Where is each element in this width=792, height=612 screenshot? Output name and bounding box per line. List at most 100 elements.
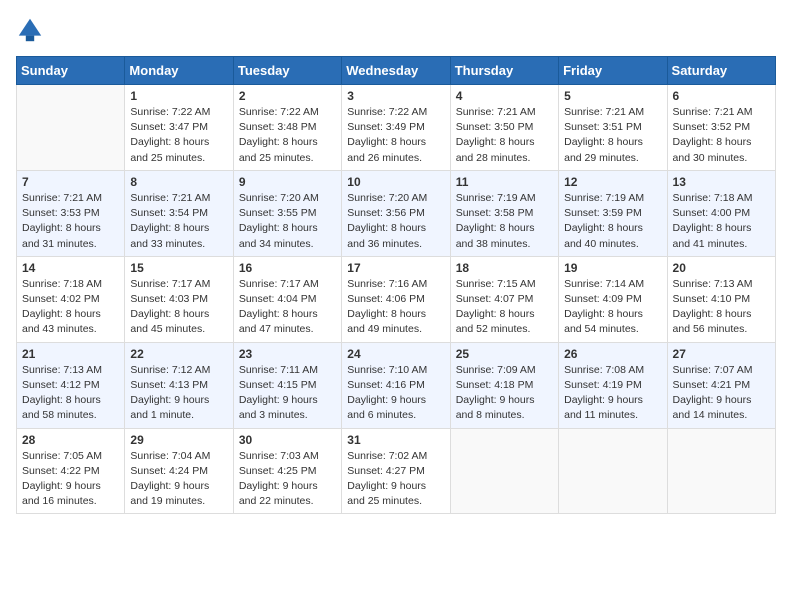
calendar-cell: 5Sunrise: 7:21 AMSunset: 3:51 PMDaylight… bbox=[559, 85, 667, 171]
day-number: 15 bbox=[130, 261, 227, 275]
day-number: 28 bbox=[22, 433, 119, 447]
logo bbox=[16, 16, 48, 44]
calendar-header-row: SundayMondayTuesdayWednesdayThursdayFrid… bbox=[17, 57, 776, 85]
day-header-saturday: Saturday bbox=[667, 57, 775, 85]
day-info: Sunrise: 7:07 AMSunset: 4:21 PMDaylight:… bbox=[673, 363, 770, 424]
calendar-cell: 1 Sunrise: 7:22 AMSunset: 3:47 PMDaylight… bbox=[125, 85, 233, 171]
day-info: Sunrise: 7:05 AMSunset: 4:22 PMDaylight:… bbox=[22, 449, 119, 510]
day-info: Sunrise: 7:02 AMSunset: 4:27 PMDaylight:… bbox=[347, 449, 444, 510]
day-info: Sunrise: 7:20 AMSunset: 3:55 PMDaylight:… bbox=[239, 191, 336, 252]
calendar-cell bbox=[559, 428, 667, 514]
day-info: Sunrise: 7:16 AMSunset: 4:06 PMDaylight:… bbox=[347, 277, 444, 338]
day-number: 18 bbox=[456, 261, 553, 275]
day-info: Sunrise: 7:18 AMSunset: 4:02 PMDaylight:… bbox=[22, 277, 119, 338]
day-info: Sunrise: 7:08 AMSunset: 4:19 PMDaylight:… bbox=[564, 363, 661, 424]
day-number: 7 bbox=[22, 175, 119, 189]
day-number: 22 bbox=[130, 347, 227, 361]
calendar-cell: 2 Sunrise: 7:22 AMSunset: 3:48 PMDaylight… bbox=[233, 85, 341, 171]
day-info: Sunrise: 7:22 AMSunset: 3:48 PMDaylight:… bbox=[239, 105, 336, 166]
day-number: 23 bbox=[239, 347, 336, 361]
day-info: Sunrise: 7:15 AMSunset: 4:07 PMDaylight:… bbox=[456, 277, 553, 338]
day-header-wednesday: Wednesday bbox=[342, 57, 450, 85]
calendar-cell: 6Sunrise: 7:21 AMSunset: 3:52 PMDaylight… bbox=[667, 85, 775, 171]
day-number: 1 bbox=[130, 89, 227, 103]
day-number: 5 bbox=[564, 89, 661, 103]
day-number: 9 bbox=[239, 175, 336, 189]
calendar-cell: 17Sunrise: 7:16 AMSunset: 4:06 PMDayligh… bbox=[342, 256, 450, 342]
header bbox=[16, 16, 776, 44]
day-info: Sunrise: 7:04 AMSunset: 4:24 PMDaylight:… bbox=[130, 449, 227, 510]
calendar-cell: 18 Sunrise: 7:15 AMSunset: 4:07 PMDayligh… bbox=[450, 256, 558, 342]
day-number: 27 bbox=[673, 347, 770, 361]
day-number: 25 bbox=[456, 347, 553, 361]
calendar-cell: 30Sunrise: 7:03 AMSunset: 4:25 PMDayligh… bbox=[233, 428, 341, 514]
day-info: Sunrise: 7:22 AMSunset: 3:47 PMDaylight:… bbox=[130, 105, 227, 166]
day-info: Sunrise: 7:13 AMSunset: 4:10 PMDaylight:… bbox=[673, 277, 770, 338]
calendar-cell: 9 Sunrise: 7:20 AMSunset: 3:55 PMDaylight… bbox=[233, 170, 341, 256]
day-number: 11 bbox=[456, 175, 553, 189]
calendar-week-1: 1 Sunrise: 7:22 AMSunset: 3:47 PMDaylight… bbox=[17, 85, 776, 171]
calendar-cell: 31 Sunrise: 7:02 AMSunset: 4:27 PMDayligh… bbox=[342, 428, 450, 514]
day-number: 29 bbox=[130, 433, 227, 447]
day-info: Sunrise: 7:21 AMSunset: 3:52 PMDaylight:… bbox=[673, 105, 770, 166]
day-header-thursday: Thursday bbox=[450, 57, 558, 85]
calendar-cell: 28 Sunrise: 7:05 AMSunset: 4:22 PMDayligh… bbox=[17, 428, 125, 514]
day-number: 21 bbox=[22, 347, 119, 361]
day-info: Sunrise: 7:13 AMSunset: 4:12 PMDaylight:… bbox=[22, 363, 119, 424]
day-header-tuesday: Tuesday bbox=[233, 57, 341, 85]
calendar-cell: 16 Sunrise: 7:17 AMSunset: 4:04 PMDayligh… bbox=[233, 256, 341, 342]
calendar-week-4: 21 Sunrise: 7:13 AMSunset: 4:12 PMDayligh… bbox=[17, 342, 776, 428]
calendar-cell: 19 Sunrise: 7:14 AMSunset: 4:09 PMDayligh… bbox=[559, 256, 667, 342]
day-number: 8 bbox=[130, 175, 227, 189]
day-number: 4 bbox=[456, 89, 553, 103]
calendar-cell: 20 Sunrise: 7:13 AMSunset: 4:10 PMDayligh… bbox=[667, 256, 775, 342]
calendar-cell: 13 Sunrise: 7:18 AMSunset: 4:00 PMDayligh… bbox=[667, 170, 775, 256]
day-info: Sunrise: 7:10 AMSunset: 4:16 PMDaylight:… bbox=[347, 363, 444, 424]
day-info: Sunrise: 7:19 AMSunset: 3:58 PMDaylight:… bbox=[456, 191, 553, 252]
calendar-cell: 10Sunrise: 7:20 AMSunset: 3:56 PMDayligh… bbox=[342, 170, 450, 256]
day-info: Sunrise: 7:09 AMSunset: 4:18 PMDaylight:… bbox=[456, 363, 553, 424]
day-number: 2 bbox=[239, 89, 336, 103]
calendar-cell: 25 Sunrise: 7:09 AMSunset: 4:18 PMDayligh… bbox=[450, 342, 558, 428]
day-number: 3 bbox=[347, 89, 444, 103]
calendar-cell: 3 Sunrise: 7:22 AMSunset: 3:49 PMDaylight… bbox=[342, 85, 450, 171]
day-info: Sunrise: 7:14 AMSunset: 4:09 PMDaylight:… bbox=[564, 277, 661, 338]
calendar-cell bbox=[17, 85, 125, 171]
calendar-cell: 4 Sunrise: 7:21 AMSunset: 3:50 PMDaylight… bbox=[450, 85, 558, 171]
day-info: Sunrise: 7:21 AMSunset: 3:50 PMDaylight:… bbox=[456, 105, 553, 166]
day-info: Sunrise: 7:17 AMSunset: 4:04 PMDaylight:… bbox=[239, 277, 336, 338]
day-info: Sunrise: 7:21 AMSunset: 3:54 PMDaylight:… bbox=[130, 191, 227, 252]
day-number: 20 bbox=[673, 261, 770, 275]
calendar-cell: 23Sunrise: 7:11 AMSunset: 4:15 PMDayligh… bbox=[233, 342, 341, 428]
calendar-week-5: 28 Sunrise: 7:05 AMSunset: 4:22 PMDayligh… bbox=[17, 428, 776, 514]
day-number: 12 bbox=[564, 175, 661, 189]
day-number: 19 bbox=[564, 261, 661, 275]
calendar-cell: 26 Sunrise: 7:08 AMSunset: 4:19 PMDayligh… bbox=[559, 342, 667, 428]
calendar-cell: 21 Sunrise: 7:13 AMSunset: 4:12 PMDayligh… bbox=[17, 342, 125, 428]
calendar-cell: 11 Sunrise: 7:19 AMSunset: 3:58 PMDayligh… bbox=[450, 170, 558, 256]
calendar-cell: 8 Sunrise: 7:21 AMSunset: 3:54 PMDaylight… bbox=[125, 170, 233, 256]
day-number: 16 bbox=[239, 261, 336, 275]
logo-icon bbox=[16, 16, 44, 44]
day-number: 31 bbox=[347, 433, 444, 447]
calendar-cell bbox=[667, 428, 775, 514]
day-number: 13 bbox=[673, 175, 770, 189]
day-number: 14 bbox=[22, 261, 119, 275]
day-info: Sunrise: 7:22 AMSunset: 3:49 PMDaylight:… bbox=[347, 105, 444, 166]
calendar-cell: 29 Sunrise: 7:04 AMSunset: 4:24 PMDayligh… bbox=[125, 428, 233, 514]
day-info: Sunrise: 7:17 AMSunset: 4:03 PMDaylight:… bbox=[130, 277, 227, 338]
calendar-cell: 24 Sunrise: 7:10 AMSunset: 4:16 PMDayligh… bbox=[342, 342, 450, 428]
calendar-week-3: 14 Sunrise: 7:18 AMSunset: 4:02 PMDayligh… bbox=[17, 256, 776, 342]
day-number: 10 bbox=[347, 175, 444, 189]
calendar-cell: 7 Sunrise: 7:21 AMSunset: 3:53 PMDaylight… bbox=[17, 170, 125, 256]
day-number: 24 bbox=[347, 347, 444, 361]
day-info: Sunrise: 7:21 AMSunset: 3:53 PMDaylight:… bbox=[22, 191, 119, 252]
calendar-week-2: 7 Sunrise: 7:21 AMSunset: 3:53 PMDaylight… bbox=[17, 170, 776, 256]
calendar-cell: 22Sunrise: 7:12 AMSunset: 4:13 PMDayligh… bbox=[125, 342, 233, 428]
day-info: Sunrise: 7:19 AMSunset: 3:59 PMDaylight:… bbox=[564, 191, 661, 252]
day-number: 26 bbox=[564, 347, 661, 361]
day-info: Sunrise: 7:03 AMSunset: 4:25 PMDaylight:… bbox=[239, 449, 336, 510]
day-header-sunday: Sunday bbox=[17, 57, 125, 85]
day-info: Sunrise: 7:18 AMSunset: 4:00 PMDaylight:… bbox=[673, 191, 770, 252]
calendar-cell: 14 Sunrise: 7:18 AMSunset: 4:02 PMDayligh… bbox=[17, 256, 125, 342]
